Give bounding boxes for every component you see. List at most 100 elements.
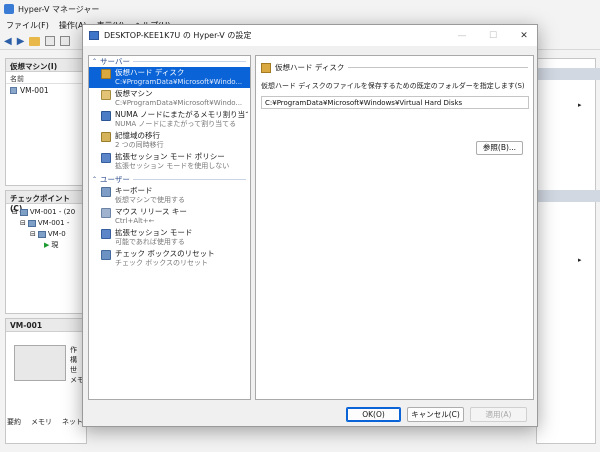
settings-content-pane: 仮想ハード ディスク 仮想ハード ディスクのファイルを保存するための既定のフォル…	[255, 55, 534, 400]
nav-item-enhanced-session-policy[interactable]: 拡張セッション モード ポリシー 拡張セッション モードを使用しない	[89, 151, 250, 172]
settings-window-icon	[89, 31, 99, 40]
enhanced-session-icon	[101, 229, 111, 239]
tree-collapse-icon[interactable]: ⊟	[12, 207, 18, 218]
checkpoint-node-label: VM-001 -	[37, 219, 70, 227]
manager-title: Hyper-V マネージャー	[18, 4, 100, 14]
nav-item-storage-migration[interactable]: 記憶域の移行 2 つの同時移行	[89, 130, 250, 151]
heading-divider	[348, 67, 528, 68]
checkpoint-panel-title: チェックポイント(C)	[6, 191, 86, 213]
section-user-label: ユーザー	[100, 175, 130, 184]
dialog-title: DESKTOP-KEE1K7U の Hyper-V の設定	[104, 31, 252, 40]
tab-memory[interactable]: メモリ	[31, 417, 52, 427]
folder-description: 仮想ハード ディスクのファイルを保存するための既定のフォルダーを指定します(S)	[261, 82, 525, 90]
actions-header	[538, 68, 600, 80]
nav-item-virtual-hard-disk[interactable]: 仮想ハード ディスク C:¥ProgramData¥Microsoft¥Wind…	[89, 67, 250, 88]
checkpoint-icon	[27, 220, 36, 227]
section-divider	[132, 61, 246, 62]
checkpoint-node[interactable]: ⊟ VM-001 - (20	[10, 207, 82, 218]
section-user[interactable]: ⌃ ユーザー	[89, 174, 250, 185]
forward-arrow-icon[interactable]: ▶	[17, 36, 25, 47]
numa-icon	[101, 111, 111, 121]
nav-item-value: NUMA ノードにまたがって割り当てる	[115, 120, 237, 128]
settings-nav-pane: ⌃ サーバー 仮想ハード ディスク C:¥ProgramData¥Microso…	[88, 55, 251, 400]
folder-icon[interactable]	[29, 36, 41, 46]
content-heading: 仮想ハード ディスク	[261, 62, 528, 73]
tab-summary[interactable]: 要約	[7, 417, 21, 427]
now-play-icon: ▶	[44, 241, 50, 249]
nav-item-keyboard[interactable]: キーボード 仮想マシンで使用する	[89, 185, 250, 206]
vhd-folder-path-value: C:¥ProgramData¥Microsoft¥Windows¥Virtual…	[265, 98, 463, 107]
nav-item-value: Ctrl+Alt+←	[115, 217, 155, 225]
checkpoint-node-label: VM-0	[47, 230, 66, 238]
nav-item-mouse-release-key[interactable]: マウス リリース キー Ctrl+Alt+←	[89, 206, 250, 227]
nav-item-label: NUMA ノードにまたがるメモリ割り当て	[115, 110, 248, 119]
help-icon[interactable]	[60, 36, 71, 46]
vm-list-panel: 仮想マシン(I) 名前 VM-001	[5, 58, 87, 186]
collapse-chevron-icon[interactable]: ⌃	[92, 176, 97, 183]
hyperv-app-icon	[4, 4, 14, 14]
manager-titlebar: Hyper-V マネージャー	[0, 0, 600, 18]
folder-disk-icon	[101, 69, 111, 79]
tree-collapse-icon[interactable]: ⊟	[30, 229, 36, 240]
vm-detail-title: VM-001	[6, 319, 86, 332]
submenu-arrow-icon[interactable]: ▸	[578, 256, 582, 264]
nav-item-value: 拡張セッション モードを使用しない	[115, 162, 230, 170]
section-divider	[132, 179, 246, 180]
minimize-icon: —	[457, 30, 467, 41]
vm-icon	[10, 86, 17, 94]
nav-item-numa-spanning[interactable]: NUMA ノードにまたがるメモリ割り当て NUMA ノードにまたがって割り当てる	[89, 109, 250, 130]
nav-item-reset-checkboxes[interactable]: チェック ボックスのリセット チェック ボックスのリセット	[89, 248, 250, 269]
mouse-icon	[101, 208, 111, 218]
dialog-titlebar: DESKTOP-KEE1K7U の Hyper-V の設定 — ☐ ✕	[83, 25, 537, 46]
checkpoint-node[interactable]: ⊟ VM-0	[10, 229, 82, 240]
checkpoint-now-node[interactable]: ▶ 現	[10, 240, 82, 251]
actions-header-vm	[538, 190, 600, 202]
nav-item-label: 拡張セッション モード ポリシー	[115, 152, 225, 161]
close-icon[interactable]: ✕	[511, 31, 537, 41]
nav-item-label: マウス リリース キー	[115, 207, 187, 216]
collapse-chevron-icon[interactable]: ⌃	[92, 58, 97, 65]
nav-item-enhanced-session[interactable]: 拡張セッション モード 可能であれば使用する	[89, 227, 250, 248]
maximize-icon: ☐	[488, 30, 498, 41]
cancel-button[interactable]: キャンセル(C)	[407, 407, 464, 422]
enhanced-session-icon	[101, 153, 111, 163]
storage-migration-icon	[101, 132, 111, 142]
vm-thumbnail	[14, 345, 66, 381]
nav-item-label: 仮想ハード ディスク	[115, 68, 185, 77]
menu-file[interactable]: ファイル(F)	[6, 20, 49, 31]
vm-row-name: VM-001	[20, 85, 49, 95]
nav-item-label: 仮想マシン	[115, 89, 153, 98]
actions-panel	[536, 58, 596, 444]
nav-item-virtual-machine[interactable]: 仮想マシン C:¥ProgramData¥Microsoft¥Windo...	[89, 88, 250, 109]
nav-item-label: 拡張セッション モード	[115, 228, 193, 237]
nav-item-label: 記憶域の移行	[115, 131, 160, 140]
tab-network[interactable]: ネット	[62, 417, 83, 427]
tree-collapse-icon[interactable]: ⊟	[20, 218, 26, 229]
keyboard-icon	[101, 187, 111, 197]
vm-column-name[interactable]: 名前	[6, 72, 86, 84]
checkpoint-icon	[19, 209, 28, 216]
hyperv-settings-dialog: DESKTOP-KEE1K7U の Hyper-V の設定 — ☐ ✕ ⌃ サー…	[82, 24, 538, 427]
back-arrow-icon[interactable]: ◀	[4, 36, 12, 47]
nav-item-label: キーボード	[115, 186, 153, 195]
nav-item-value: 仮想マシンで使用する	[115, 196, 185, 204]
detail-tabs: 要約 メモリ ネット	[7, 417, 83, 427]
vhd-folder-path-input[interactable]: C:¥ProgramData¥Microsoft¥Windows¥Virtual…	[261, 96, 529, 109]
folder-vm-icon	[101, 90, 111, 100]
browse-button[interactable]: 参照(B)...	[476, 141, 523, 155]
nav-item-label: チェック ボックスのリセット	[115, 249, 215, 258]
console-tree-icon[interactable]	[45, 36, 56, 46]
apply-button[interactable]: 適用(A)	[470, 407, 527, 422]
section-server[interactable]: ⌃ サーバー	[89, 56, 250, 67]
checkpoint-node[interactable]: ⊟ VM-001 -	[10, 218, 82, 229]
content-heading-label: 仮想ハード ディスク	[275, 63, 345, 72]
nav-item-value: C:¥ProgramData¥Microsoft¥Windo...	[115, 99, 243, 107]
nav-item-value: 2 つの同時移行	[115, 141, 164, 149]
checkpoint-now-label: 現	[51, 241, 59, 249]
ok-button[interactable]: OK(O)	[346, 407, 401, 422]
submenu-arrow-icon[interactable]: ▸	[578, 101, 582, 109]
vm-row[interactable]: VM-001	[6, 84, 86, 96]
nav-item-value: チェック ボックスのリセット	[115, 259, 209, 267]
checkpoint-panel: チェックポイント(C) ⊟ VM-001 - (20 ⊟ VM-001 - ⊟ …	[5, 190, 87, 314]
section-server-label: サーバー	[100, 57, 130, 66]
